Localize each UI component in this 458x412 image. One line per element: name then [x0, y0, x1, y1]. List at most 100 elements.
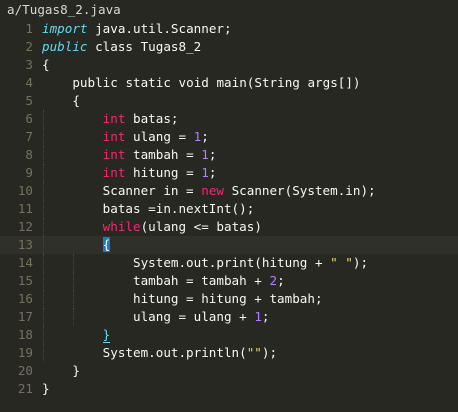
code-text: public static void main(String args[]): [42, 74, 361, 92]
code-token: main(String args[]): [208, 75, 361, 90]
code-line[interactable]: 15 tambah = tambah + 2;: [0, 272, 458, 290]
code-token: "": [246, 345, 262, 360]
code-token: batas =in.nextInt();: [42, 201, 255, 216]
code-line[interactable]: 4 public static void main(String args[]): [0, 74, 458, 92]
code-token: 1: [201, 147, 209, 162]
code-text: int batas;: [42, 110, 179, 128]
line-number: 17: [17, 309, 33, 324]
code-token: Scanner(System.in);: [223, 183, 376, 198]
line-number: 6: [25, 111, 33, 126]
code-token: while: [102, 219, 141, 234]
line-number: 1: [25, 21, 33, 36]
code-text: Scanner in = new Scanner(System.in);: [42, 182, 376, 200]
code-text: import java.util.Scanner;: [42, 20, 232, 38]
code-line[interactable]: 6 int batas;: [0, 110, 458, 128]
code-text: tambah = tambah + 2;: [42, 272, 285, 290]
code-token: import: [42, 21, 88, 36]
code-token: int: [102, 165, 126, 180]
code-text: int ulang = 1;: [42, 128, 209, 146]
code-token: new: [201, 183, 224, 198]
code-line[interactable]: 20 }: [0, 362, 458, 380]
code-line[interactable]: 5 {: [0, 92, 458, 110]
code-line[interactable]: 11 batas =in.nextInt();: [0, 200, 458, 218]
code-token: (ulang <= batas): [140, 219, 262, 234]
code-line[interactable]: 1 import java.util.Scanner;: [0, 20, 458, 38]
code-token: ;: [208, 147, 217, 162]
line-number: 18: [17, 327, 33, 342]
line-number: 20: [17, 363, 33, 378]
code-token: ;: [208, 165, 217, 180]
code-area[interactable]: 1 import java.util.Scanner; 2 public class …: [0, 20, 458, 398]
code-token: tambah =: [125, 147, 202, 162]
code-text: }: [42, 362, 80, 380]
line-number: 10: [17, 183, 33, 198]
line-number: 5: [25, 93, 33, 108]
line-number: 2: [25, 39, 33, 54]
code-line[interactable]: 10 Scanner in = new Scanner(System.in);: [0, 182, 458, 200]
line-number: 4: [25, 75, 33, 90]
code-text: public class Tugas8_2: [42, 38, 201, 56]
code-token: Scanner in =: [42, 183, 202, 198]
code-line[interactable]: 13 {: [0, 236, 458, 254]
code-line[interactable]: 3{: [0, 56, 458, 74]
code-text: int hitung = 1;: [42, 164, 217, 182]
line-number: 15: [17, 273, 33, 288]
code-token: ;: [201, 129, 209, 144]
code-line[interactable]: 14 System.out.print(hitung + " ");: [0, 254, 458, 272]
code-text: System.out.println("");: [42, 344, 277, 362]
code-line[interactable]: 18 }: [0, 326, 458, 344]
code-token: static: [125, 75, 171, 90]
code-line[interactable]: 2 public class Tugas8_2: [0, 38, 458, 56]
line-number: 13: [17, 237, 33, 252]
code-token: public: [42, 39, 88, 54]
code-text: {: [42, 56, 50, 74]
code-line[interactable]: 12 while(ulang <= batas): [0, 218, 458, 236]
code-token: ulang =: [125, 129, 194, 144]
code-text: hitung = hitung + tambah;: [42, 290, 323, 308]
code-token: void: [178, 75, 209, 90]
code-line[interactable]: 9 int hitung = 1;: [0, 164, 458, 182]
code-text: {: [42, 92, 80, 110]
code-token: class Tugas8_2: [87, 39, 202, 54]
code-token: );: [261, 345, 278, 360]
code-token: hitung =: [125, 165, 202, 180]
line-number: 16: [17, 291, 33, 306]
code-token: }: [102, 327, 111, 343]
code-token: );: [352, 255, 369, 270]
code-token: int: [102, 129, 126, 144]
code-text: ulang = ulang + 1;: [42, 308, 270, 326]
line-number: 3: [25, 57, 33, 72]
code-text: batas =in.nextInt();: [42, 200, 255, 218]
code-token: java.util.Scanner;: [87, 21, 232, 36]
code-line[interactable]: 21}: [0, 380, 458, 398]
code-token: 2: [269, 273, 278, 288]
code-line[interactable]: 7 int ulang = 1;: [0, 128, 458, 146]
code-token: ;: [277, 273, 285, 288]
line-number: 11: [17, 201, 33, 216]
code-line[interactable]: 19 System.out.println("");: [0, 344, 458, 362]
line-number: 14: [17, 255, 33, 270]
code-token: hitung = hitung + tambah;: [42, 291, 323, 306]
code-token: batas;: [125, 111, 179, 126]
code-line[interactable]: 8 int tambah = 1;: [0, 146, 458, 164]
bottom-strip: [0, 406, 458, 412]
code-text: }: [42, 326, 111, 344]
line-number: 21: [17, 381, 33, 396]
code-token: int: [102, 111, 126, 126]
file-tab-title[interactable]: a/Tugas8_2.java: [0, 0, 458, 20]
code-token: ;: [261, 309, 270, 324]
code-token: }: [42, 381, 50, 396]
code-token: 1: [201, 165, 209, 180]
line-number: 7: [25, 129, 33, 144]
line-number: 9: [25, 165, 33, 180]
code-editor[interactable]: a/Tugas8_2.java 1 import java.util.Scanne…: [0, 0, 458, 412]
code-line[interactable]: 17 ulang = ulang + 1;: [0, 308, 458, 326]
code-line[interactable]: 16 hitung = hitung + tambah;: [0, 290, 458, 308]
